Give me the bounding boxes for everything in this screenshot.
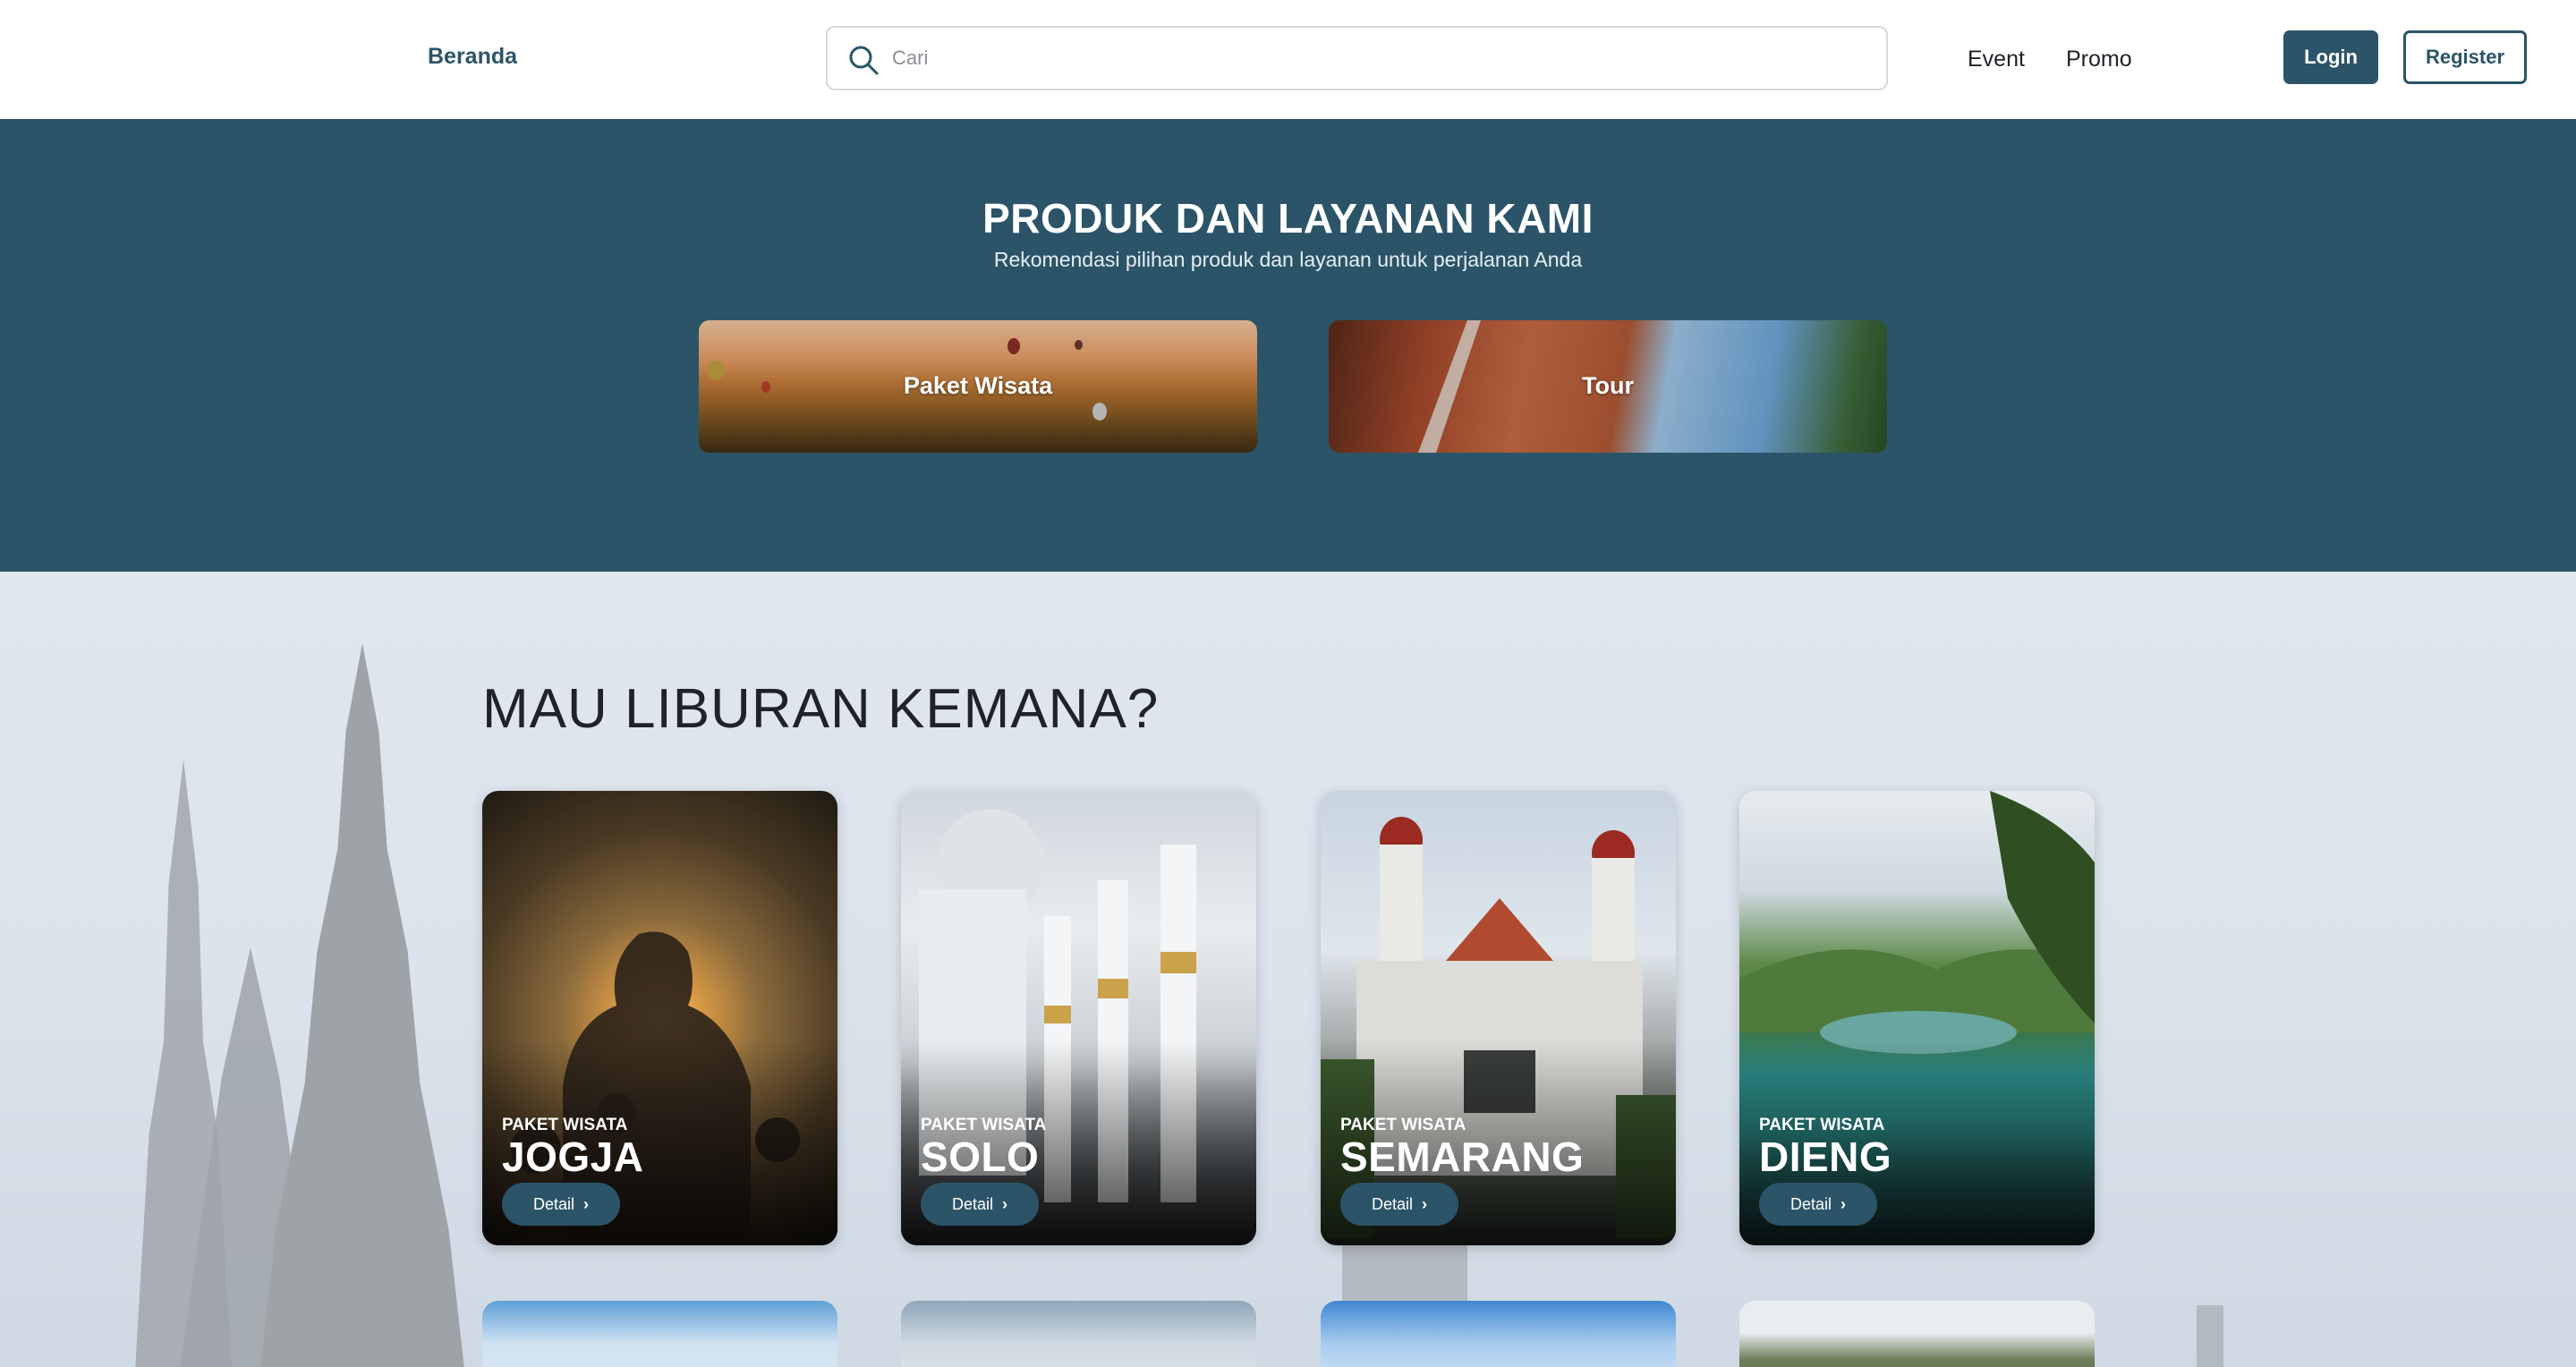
- products-section: PRODUK DAN LAYANAN KAMI Rekomendasi pili…: [0, 119, 2576, 572]
- login-button[interactable]: Login: [2283, 30, 2378, 84]
- destination-card-row2[interactable]: [1739, 1301, 2095, 1367]
- products-title: PRODUK DAN LAYANAN KAMI: [982, 195, 1594, 242]
- search-input[interactable]: [892, 38, 1858, 78]
- search-icon: [849, 46, 879, 75]
- destination-card-semarang[interactable]: PAKET WISATA SEMARANG Detail ›: [1321, 791, 1676, 1245]
- chevron-right-icon: ›: [1841, 1195, 1847, 1213]
- destinations-title: MAU LIBURAN KEMANA?: [482, 678, 1160, 740]
- chevron-right-icon: ›: [1422, 1195, 1428, 1213]
- card-destination-name: SOLO: [921, 1134, 1040, 1180]
- temple-background-image: [2197, 1305, 2223, 1367]
- products-subtitle: Rekomendasi pilihan produk dan layanan u…: [993, 248, 1583, 271]
- detail-button-dieng[interactable]: Detail ›: [1759, 1183, 1877, 1226]
- destination-card-solo[interactable]: PAKET WISATA SOLO Detail ›: [901, 791, 1256, 1245]
- product-card-tour[interactable]: Tour: [1329, 320, 1887, 453]
- chevron-right-icon: ›: [1002, 1195, 1008, 1213]
- nav-link-promo[interactable]: Promo: [2066, 47, 2132, 72]
- chevron-right-icon: ›: [583, 1195, 590, 1213]
- card-destination-name: JOGJA: [502, 1134, 644, 1180]
- search-bar[interactable]: [826, 26, 1888, 90]
- detail-button-jogja[interactable]: Detail ›: [502, 1183, 620, 1226]
- detail-button-solo[interactable]: Detail ›: [921, 1183, 1039, 1226]
- register-button[interactable]: Register: [2403, 30, 2527, 84]
- destination-card-jogja[interactable]: PAKET WISATA JOGJA Detail ›: [482, 791, 837, 1245]
- product-card-paket-wisata[interactable]: Paket Wisata: [699, 320, 1257, 453]
- destination-card-row2[interactable]: [1321, 1301, 1676, 1367]
- destination-card-row2[interactable]: [482, 1301, 837, 1367]
- destination-card-row2[interactable]: [901, 1301, 1256, 1367]
- card-destination-name: DIENG: [1759, 1134, 1892, 1180]
- top-navbar: Beranda Event Promo Login Register: [0, 0, 2576, 119]
- card-destination-name: SEMARANG: [1340, 1134, 1585, 1180]
- nav-link-event[interactable]: Event: [1968, 47, 2025, 72]
- nav-link-beranda[interactable]: Beranda: [428, 44, 517, 70]
- destination-card-dieng[interactable]: PAKET WISATA DIENG Detail ›: [1739, 791, 2095, 1245]
- product-card-label: Tour: [1582, 372, 1634, 399]
- detail-button-label: Detail: [1371, 1195, 1414, 1213]
- detail-button-label: Detail: [1790, 1195, 1832, 1213]
- product-card-label: Paket Wisata: [903, 372, 1053, 399]
- destinations-section: MAU LIBURAN KEMANA? PAKET WISATA JOGJA D…: [0, 572, 2576, 1367]
- detail-button-semarang[interactable]: Detail ›: [1340, 1183, 1458, 1226]
- detail-button-label: Detail: [532, 1195, 575, 1213]
- detail-button-label: Detail: [951, 1195, 994, 1213]
